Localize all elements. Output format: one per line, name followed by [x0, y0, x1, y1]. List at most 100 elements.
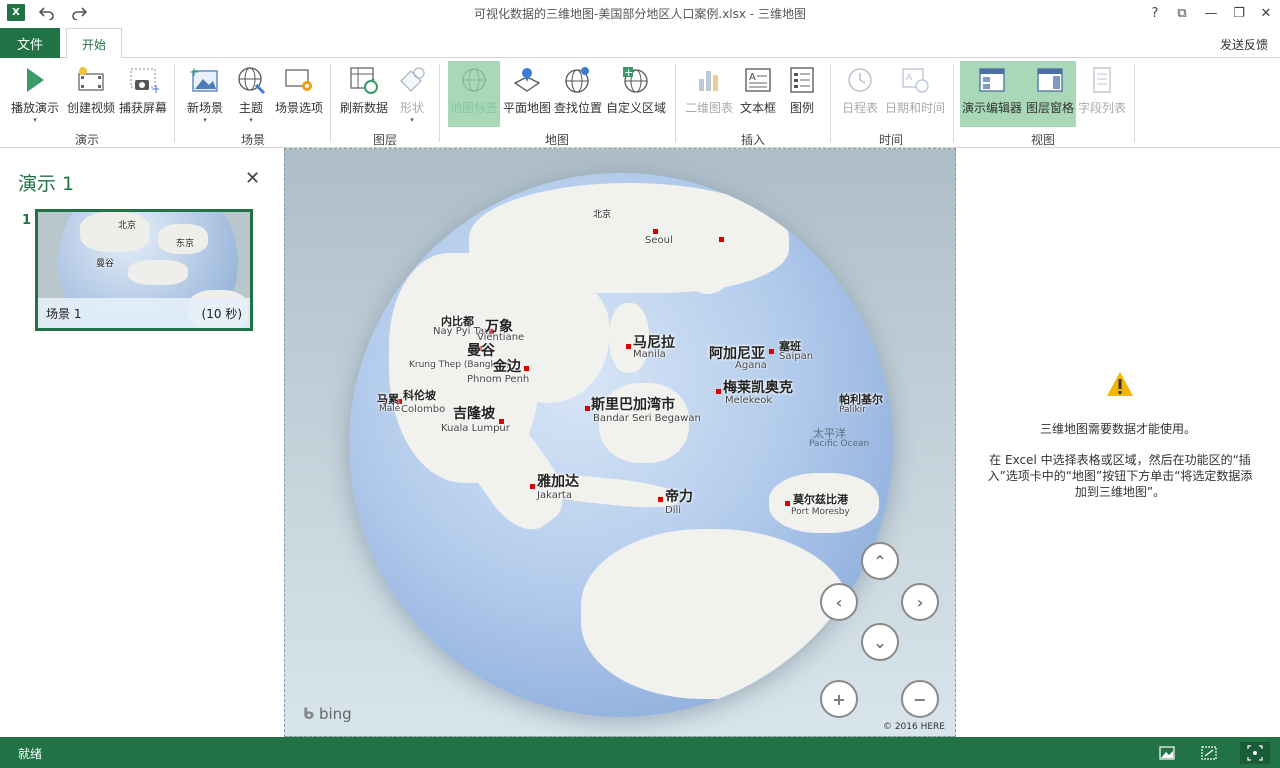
- tour-title[interactable]: 演示 1: [18, 169, 74, 196]
- close-tour-panel-icon[interactable]: ✕: [245, 168, 260, 189]
- group-divider: [1134, 64, 1135, 142]
- label-colombo: Colombo: [401, 404, 446, 415]
- label-kl-cn: 吉隆坡: [453, 406, 495, 422]
- text-box-button[interactable]: A 文本框: [738, 61, 778, 127]
- group-label-map: 地图: [544, 133, 569, 147]
- label-male: Malé: [379, 404, 401, 414]
- timeline-button[interactable]: 日程表: [838, 61, 882, 127]
- label-kl: Kuala Lumpur: [441, 423, 510, 434]
- city-marker: [585, 406, 590, 411]
- fullscreen-view-icon[interactable]: [1240, 742, 1270, 764]
- label-dili: Dili: [665, 505, 682, 516]
- label-palikir: Palikir: [839, 405, 866, 415]
- play-tour-button[interactable]: 播放演示 ▾: [8, 61, 62, 127]
- scene-thumbnail[interactable]: 北京 东京 曼谷 场景 1 (10 秒): [35, 209, 253, 331]
- group-label-demo: 演示: [74, 133, 99, 147]
- group-divider: [675, 64, 676, 142]
- window-title: 可视化数据的三维地图-美国部分地区人口案例.xlsx - 三维地图: [474, 7, 806, 21]
- label-bsb-cn: 斯里巴加湾市: [591, 397, 675, 413]
- tour-editor-icon: [975, 63, 1009, 97]
- refresh-data-button[interactable]: 刷新数据: [337, 61, 391, 127]
- scene-name: 场景 1: [46, 306, 82, 321]
- thumbnail-label: 曼谷: [96, 259, 115, 269]
- city-marker: [716, 389, 721, 394]
- create-video-button[interactable]: 创建视频: [64, 61, 118, 127]
- map-labels-button[interactable]: 地图标签: [448, 61, 500, 127]
- screenshot-view-icon[interactable]: [1156, 742, 1178, 764]
- flat-map-button[interactable]: 平面地图: [502, 61, 552, 127]
- scene-number: 1: [22, 213, 32, 228]
- scene-options-gear-icon: [282, 63, 316, 97]
- city-marker: [524, 366, 529, 371]
- help-button[interactable]: ?: [1141, 2, 1169, 24]
- map-labels-globe-icon: [457, 63, 491, 97]
- legend-button[interactable]: 图例: [783, 61, 821, 127]
- warning-icon: [1106, 371, 1134, 397]
- tab-home[interactable]: 开始: [66, 28, 122, 59]
- send-feedback-button[interactable]: 发送反馈: [1220, 36, 1268, 53]
- label-portmoresby: Port Moresby: [791, 507, 850, 517]
- bing-text: bing: [318, 705, 352, 723]
- land-australia: [581, 529, 851, 699]
- group-divider: [439, 64, 440, 142]
- fit-view-icon[interactable]: [1198, 742, 1220, 764]
- scene-options-button[interactable]: 场景选项: [272, 61, 326, 127]
- custom-regions-button[interactable]: + 自定义区域: [605, 61, 667, 127]
- map-copyright: © 2016 HERE: [882, 722, 945, 732]
- rotate-right-button[interactable]: ›: [901, 583, 939, 621]
- play-icon: [18, 63, 52, 97]
- label-dili-cn: 帝力: [665, 489, 693, 505]
- city-marker: [499, 419, 504, 424]
- text-box-icon: A: [741, 63, 775, 97]
- new-scene-icon: +: [188, 63, 222, 97]
- rotate-left-button[interactable]: ‹: [820, 583, 858, 621]
- custom-regions-icon: +: [619, 63, 653, 97]
- label-jakarta-cn: 雅加达: [537, 474, 579, 490]
- label-seoul: Seoul: [645, 235, 673, 246]
- thumbnail-land: [128, 260, 188, 285]
- scene-duration: (10 秒): [201, 306, 242, 321]
- field-list-button[interactable]: 字段列表: [1076, 61, 1128, 127]
- layer-pane-button[interactable]: 图层窗格: [1024, 61, 1076, 127]
- ribbon-display-options-button[interactable]: ⧉: [1168, 2, 1196, 24]
- tilt-up-button[interactable]: ⌃: [861, 542, 899, 580]
- zoom-in-button[interactable]: +: [820, 680, 858, 718]
- label-manila: Manila: [633, 349, 666, 360]
- svg-text:+: +: [189, 66, 199, 79]
- chart-2d-button[interactable]: 二维图表: [683, 61, 735, 127]
- field-list-icon: [1085, 63, 1119, 97]
- layer-pane: 三维地图需要数据才能使用。 在 Excel 中选择表格或区域，然后在功能区的“插…: [956, 149, 1280, 737]
- globe[interactable]: 北京 Seoul 内比都 Nay Pyi Taw 万象 Vientiane 曼谷…: [349, 173, 893, 717]
- new-scene-button[interactable]: + 新场景 ▾: [182, 61, 228, 127]
- label-phnompenh-cn: 金边: [493, 359, 521, 375]
- shapes-button[interactable]: 形状 ▾: [394, 61, 430, 127]
- city-marker: [653, 229, 658, 234]
- theme-button[interactable]: 主题 ▾: [232, 61, 270, 127]
- find-location-button[interactable]: 查找位置: [553, 61, 603, 127]
- label-phnompenh: Phnom Penh: [467, 374, 530, 385]
- tour-editor-button[interactable]: 演示编辑器: [960, 61, 1024, 127]
- theme-globe-icon: [234, 63, 268, 97]
- video-icon: [74, 63, 108, 97]
- status-bar: 就绪: [0, 737, 1280, 768]
- date-time-button[interactable]: A 日期和时间: [884, 61, 946, 127]
- scene-caption: 场景 1 (10 秒): [38, 298, 250, 328]
- city-marker: [530, 484, 535, 489]
- label-bangkok-cn: 曼谷: [467, 343, 495, 359]
- zoom-out-button[interactable]: −: [901, 680, 939, 718]
- status-text: 就绪: [18, 747, 43, 761]
- maximize-button[interactable]: ❐: [1225, 2, 1253, 24]
- minimize-button[interactable]: —: [1197, 2, 1225, 24]
- tab-file[interactable]: 文件: [0, 28, 60, 58]
- capture-screen-button[interactable]: + 捕获屏幕: [117, 61, 169, 127]
- refresh-data-icon: [347, 63, 381, 97]
- tilt-down-button[interactable]: ⌄: [861, 623, 899, 661]
- svg-text:A: A: [749, 72, 756, 83]
- legend-icon: [785, 63, 819, 97]
- clock-icon: [843, 63, 877, 97]
- thumbnail-label: 北京: [118, 221, 137, 231]
- map-canvas[interactable]: 北京 Seoul 内比都 Nay Pyi Taw 万象 Vientiane 曼谷…: [284, 148, 956, 737]
- close-button[interactable]: ✕: [1252, 2, 1280, 24]
- group-divider: [830, 64, 831, 142]
- city-marker: [769, 349, 774, 354]
